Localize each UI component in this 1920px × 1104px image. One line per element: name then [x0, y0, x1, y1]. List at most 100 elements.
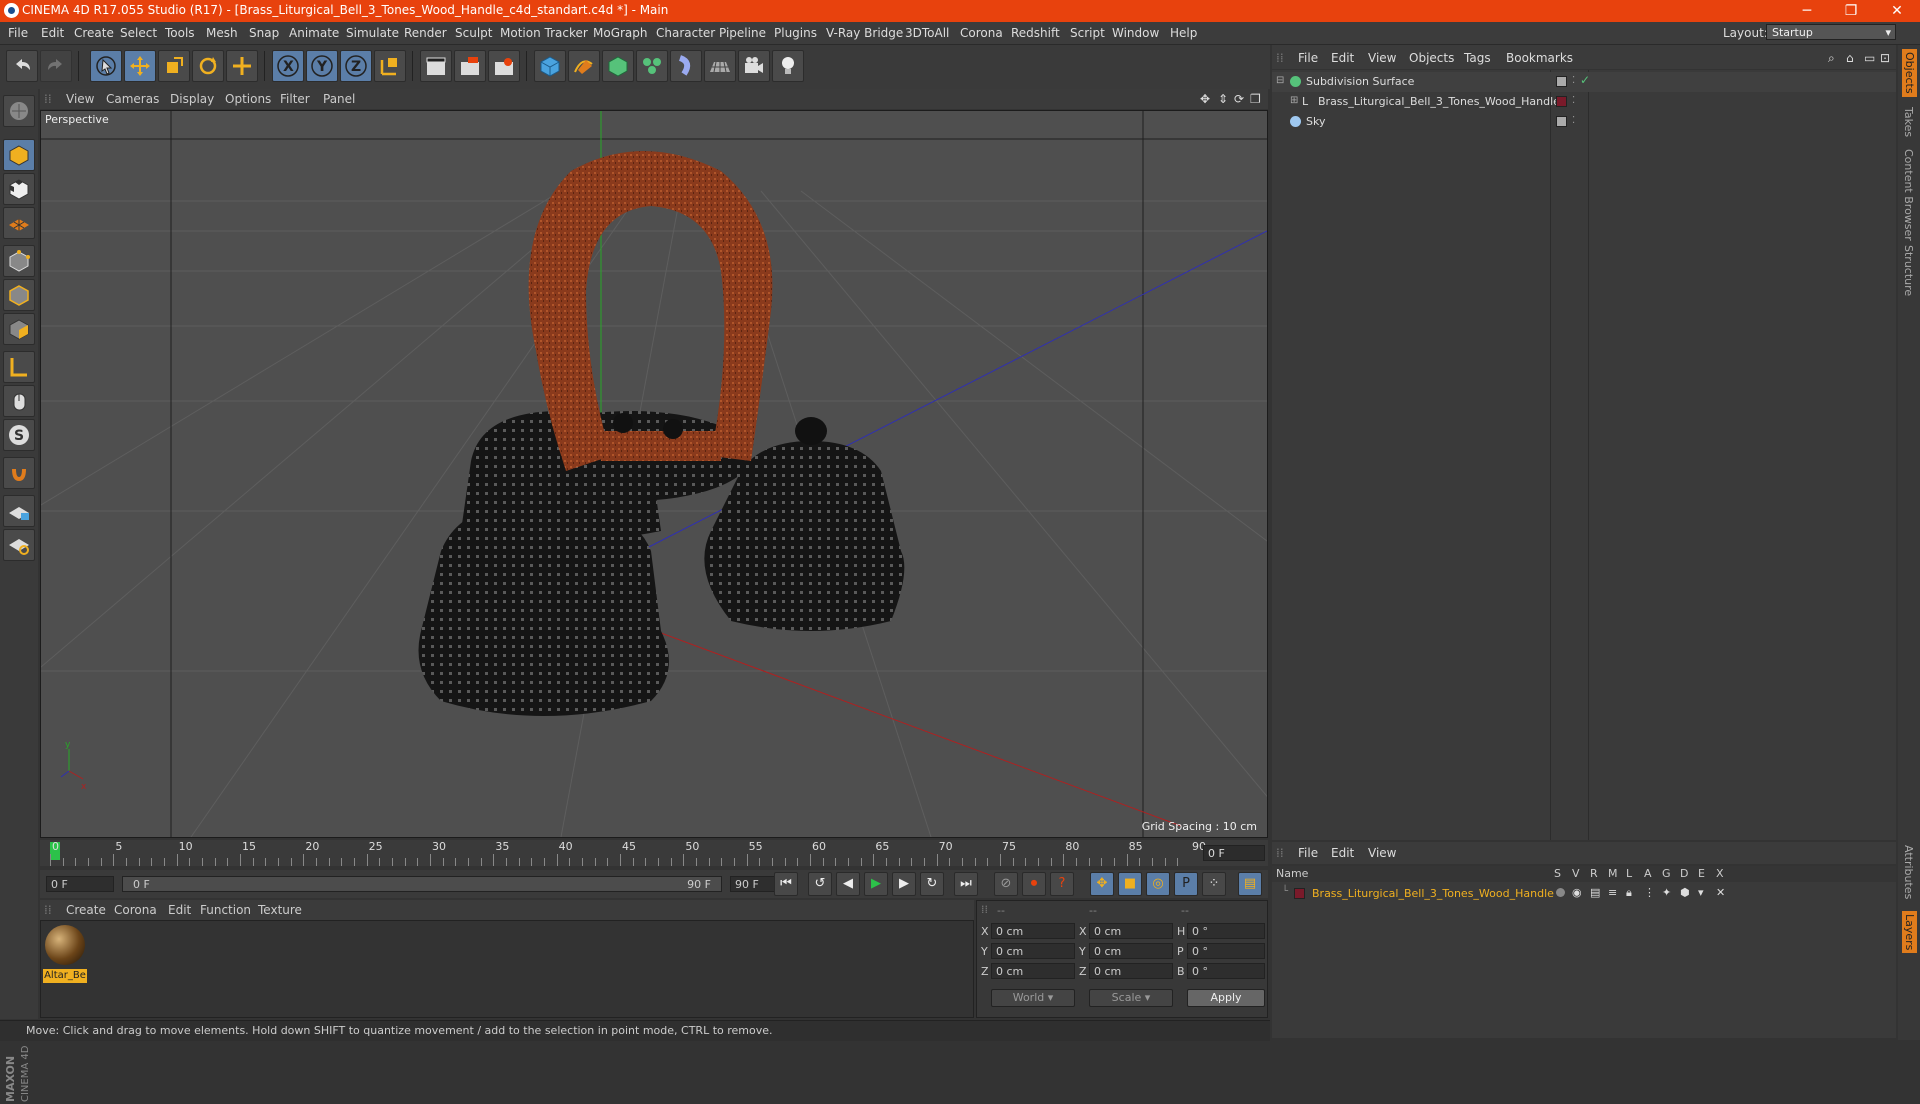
viewport-menu-view[interactable]: View — [66, 92, 94, 106]
menu-select[interactable]: Select — [120, 26, 157, 40]
object-menu-objects[interactable]: Objects — [1409, 51, 1454, 65]
menu-motion-tracker[interactable]: Motion Tracker — [500, 26, 588, 40]
menu-file[interactable]: File — [8, 26, 28, 40]
key-parameter-button[interactable]: P — [1174, 872, 1198, 896]
tab-structure[interactable]: Structure — [1902, 245, 1915, 296]
menu-sculpt[interactable]: Sculpt — [455, 26, 492, 40]
rotation-h-field[interactable]: 0 ° — [1187, 923, 1265, 939]
render-settings-button[interactable] — [488, 50, 520, 82]
menu-simulate[interactable]: Simulate — [346, 26, 399, 40]
add-camera-button[interactable] — [738, 50, 770, 82]
previous-key-button[interactable]: ↺ — [808, 872, 832, 896]
render-clapper-icon[interactable]: ▤ — [1590, 886, 1600, 899]
menu-mesh[interactable]: Mesh — [206, 26, 238, 40]
layer-menu-edit[interactable]: Edit — [1331, 846, 1354, 860]
menu-create[interactable]: Create — [74, 26, 114, 40]
axis-mode-button[interactable] — [3, 351, 35, 383]
tweak-mode-button[interactable] — [3, 385, 35, 417]
timeline-ruler[interactable]: 0 5 10 15 20 25 30 35 40 45 50 55 60 65 70 75 80 85 90 0 F — [40, 840, 1268, 866]
menu-help[interactable]: Help — [1170, 26, 1197, 40]
add-light-button[interactable] — [772, 50, 804, 82]
y-axis-button[interactable]: Y — [306, 50, 338, 82]
keyframe-selection-button[interactable]: ? — [1050, 872, 1074, 896]
menu-edit[interactable]: Edit — [41, 26, 64, 40]
layer-menu-view[interactable]: View — [1368, 846, 1396, 860]
viewport-menu-filter[interactable]: Filter — [280, 92, 310, 106]
tab-layers[interactable]: Layers — [1902, 911, 1917, 954]
column-view[interactable]: V — [1572, 867, 1580, 880]
render-picture-viewer-button[interactable] — [454, 50, 486, 82]
object-row-bell[interactable]: ⊞ L Brass_Liturgical_Bell_3_Tones_Wood_H… — [1272, 92, 1896, 112]
redo-button[interactable] — [40, 50, 72, 82]
add-deformer-button[interactable] — [670, 50, 702, 82]
start-frame-field[interactable]: 0 F — [46, 876, 114, 892]
add-floor-button[interactable] — [704, 50, 736, 82]
menu-vray-bridge[interactable]: V-Ray Bridge — [826, 26, 903, 40]
render-view-button[interactable] — [420, 50, 452, 82]
column-deformers[interactable]: D — [1680, 867, 1688, 880]
position-x-field[interactable]: 0 cm — [991, 923, 1075, 939]
checkmark-icon[interactable]: ✓ — [1580, 73, 1590, 87]
autokey-button[interactable]: ⏺ — [1022, 872, 1046, 896]
lock-workplane-button[interactable] — [3, 495, 35, 527]
layer-row[interactable]: └ Brass_Liturgical_Bell_3_Tones_Wood_Han… — [1272, 884, 1896, 904]
column-manager[interactable]: M — [1608, 867, 1618, 880]
add-cube-button[interactable] — [534, 50, 566, 82]
z-axis-button[interactable]: Z — [340, 50, 372, 82]
object-name[interactable]: Subdivision Surface — [1306, 75, 1414, 88]
material-menu-corona[interactable]: Corona — [114, 903, 157, 917]
object-row-sky[interactable]: Sky ⁚ — [1272, 112, 1896, 132]
menu-pipeline[interactable]: Pipeline — [719, 26, 766, 40]
object-manager-list[interactable]: ⊟ Subdivision Surface ⁚ ✓ ⊞ L Brass_Litu… — [1272, 70, 1896, 840]
material-menu-edit[interactable]: Edit — [168, 903, 191, 917]
menu-tools[interactable]: Tools — [165, 26, 195, 40]
expression-icon[interactable]: ▾ — [1698, 886, 1704, 899]
play-button[interactable]: ▶ — [864, 872, 888, 896]
layer-color-icon[interactable] — [1556, 96, 1567, 107]
scale-tool-button[interactable] — [158, 50, 190, 82]
frame-range-slider[interactable]: 0 F 90 F — [122, 876, 722, 892]
close-button[interactable]: ✕ — [1874, 0, 1920, 22]
size-z-field[interactable]: 0 cm — [1089, 963, 1173, 979]
menu-corona[interactable]: Corona — [960, 26, 1003, 40]
object-menu-edit[interactable]: Edit — [1331, 51, 1354, 65]
rotation-p-field[interactable]: 0 ° — [1187, 943, 1265, 959]
layer-tag-icon[interactable] — [1556, 76, 1567, 87]
position-y-field[interactable]: 0 cm — [991, 943, 1075, 959]
layer-tag-icon[interactable] — [1556, 116, 1567, 127]
rotation-b-field[interactable]: 0 ° — [1187, 963, 1265, 979]
next-key-button[interactable]: ↻ — [920, 872, 944, 896]
home-icon[interactable]: ⌂ — [1846, 51, 1854, 65]
column-render[interactable]: R — [1590, 867, 1598, 880]
restore-button[interactable]: ❐ — [1828, 0, 1874, 22]
object-row-subdivision-surface[interactable]: ⊟ Subdivision Surface ⁚ ✓ — [1272, 72, 1896, 92]
solo-toggle-icon[interactable] — [1556, 888, 1565, 897]
size-x-field[interactable]: 0 cm — [1089, 923, 1173, 939]
menu-snap[interactable]: Snap — [249, 26, 279, 40]
column-locked[interactable]: L — [1626, 867, 1632, 880]
material-manager-area[interactable]: Altar_Be — [40, 920, 974, 1018]
object-name[interactable]: Brass_Liturgical_Bell_3_Tones_Wood_Handl… — [1318, 95, 1560, 108]
last-tool-button[interactable] — [226, 50, 258, 82]
rotate-tool-button[interactable] — [192, 50, 224, 82]
maximize-panel-icon[interactable]: ⊡ — [1880, 51, 1890, 65]
animation-icon[interactable]: ⋮ — [1644, 886, 1655, 899]
menu-mograph[interactable]: MoGraph — [593, 26, 648, 40]
manager-list-icon[interactable]: ≡ — [1608, 886, 1617, 899]
next-frame-button[interactable]: ▶ — [892, 872, 916, 896]
apply-button[interactable]: Apply — [1187, 989, 1265, 1007]
object-name[interactable]: Sky — [1306, 115, 1325, 128]
maximize-view-icon[interactable]: ❐ — [1250, 92, 1261, 106]
material-menu-create[interactable]: Create — [66, 903, 106, 917]
menu-3dtoall[interactable]: 3DToAll — [905, 26, 949, 40]
position-z-field[interactable]: 0 cm — [991, 963, 1075, 979]
menu-window[interactable]: Window — [1112, 26, 1159, 40]
zoom-view-icon[interactable]: ⇕ — [1218, 92, 1228, 106]
perspective-viewport[interactable]: y x Perspective Grid Spacing : 10 cm — [40, 110, 1268, 838]
x-axis-button[interactable]: X — [272, 50, 304, 82]
minimize-button[interactable]: ─ — [1784, 0, 1830, 22]
key-scale-button[interactable]: ■ — [1118, 872, 1142, 896]
viewport-menu-panel[interactable]: Panel — [323, 92, 355, 106]
magnet-button[interactable] — [3, 457, 35, 489]
column-expressions[interactable]: E — [1698, 867, 1705, 880]
